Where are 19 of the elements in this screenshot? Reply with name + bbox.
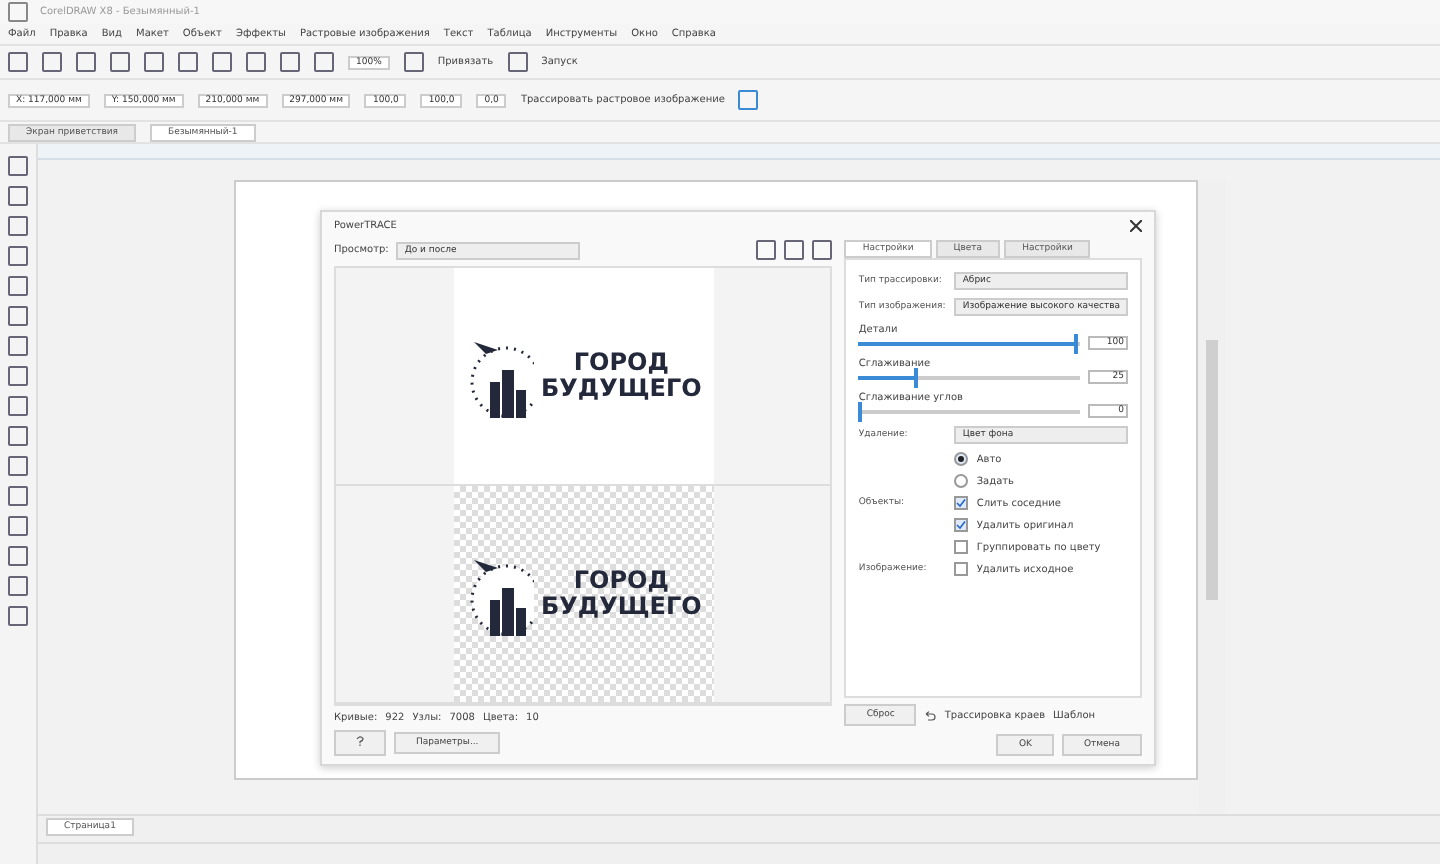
logo-text: ГОРОД	[573, 350, 669, 376]
toolbar-icon[interactable]	[738, 90, 759, 110]
toolbar-icon[interactable]	[403, 52, 424, 72]
toolbar-icon[interactable]	[507, 52, 528, 72]
radio-button[interactable]	[954, 474, 969, 488]
help-icon	[356, 736, 364, 746]
radio-button[interactable]	[954, 452, 969, 466]
app-icon	[8, 2, 28, 22]
slider-thumb[interactable]	[1073, 333, 1078, 353]
checkbox[interactable]	[954, 540, 969, 554]
slider-thumb[interactable]	[858, 401, 863, 421]
undo-icon[interactable]	[924, 709, 937, 721]
logo-text: БУДУЩЕГО	[541, 594, 702, 620]
checkbox[interactable]	[954, 562, 969, 576]
checkbox[interactable]	[954, 496, 969, 510]
logo-text: БУДУЩЕГО	[541, 376, 702, 402]
checkbox[interactable]	[954, 518, 969, 532]
logo-text: ГОРОД	[573, 568, 669, 594]
close-icon[interactable]	[1130, 220, 1142, 232]
